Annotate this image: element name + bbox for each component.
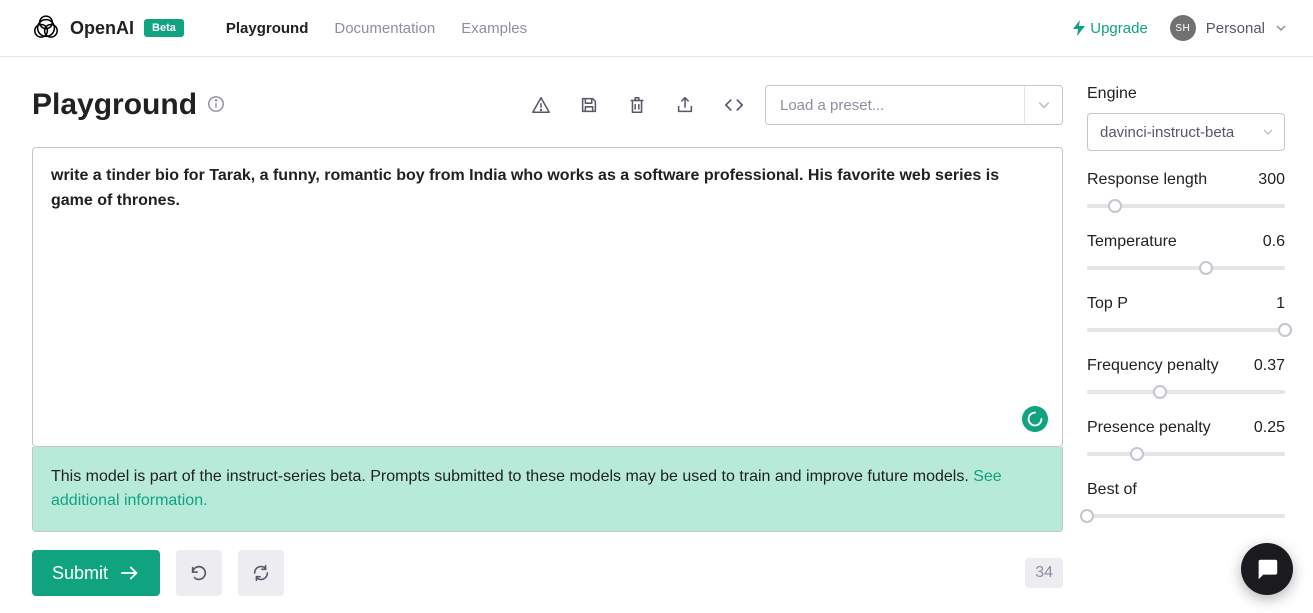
brand-name: OpenAI <box>70 18 134 39</box>
avatar: SH <box>1170 15 1196 41</box>
best-of-slider[interactable] <box>1087 509 1285 523</box>
regenerate-button[interactable] <box>238 550 284 596</box>
toolbar <box>531 95 745 115</box>
intercom-launcher[interactable] <box>1241 543 1293 595</box>
slider-value: 0.25 <box>1254 419 1285 437</box>
temperature-slider[interactable] <box>1087 261 1285 275</box>
top-nav: Playground Documentation Examples <box>226 20 527 37</box>
chat-icon <box>1254 556 1280 582</box>
upgrade-label: Upgrade <box>1090 20 1148 37</box>
refresh-icon <box>251 563 271 583</box>
undo-button[interactable] <box>176 550 222 596</box>
slider-label: Response length <box>1087 171 1207 189</box>
slider-value: 0.37 <box>1254 357 1285 375</box>
loading-spinner <box>1022 406 1048 432</box>
slider-value: 300 <box>1258 171 1285 189</box>
model-notice: This model is part of the instruct-serie… <box>32 447 1063 532</box>
nav-playground[interactable]: Playground <box>226 20 309 37</box>
slider-label: Temperature <box>1087 233 1177 251</box>
slider-label: Presence penalty <box>1087 419 1211 437</box>
undo-icon <box>189 563 209 583</box>
delete-icon[interactable] <box>627 95 647 115</box>
engine-value: davinci-instruct-beta <box>1100 124 1234 141</box>
temperature-control: Temperature 0.6 <box>1087 233 1285 275</box>
engine-select[interactable]: davinci-instruct-beta <box>1087 113 1285 151</box>
slider-label: Best of <box>1087 481 1137 499</box>
brand-logo[interactable]: OpenAI Beta <box>32 14 184 42</box>
main-column: Playground <box>0 57 1087 596</box>
engine-control: Engine davinci-instruct-beta <box>1087 85 1285 151</box>
slider-value: 1 <box>1276 295 1285 313</box>
chevron-down-icon <box>1275 22 1287 34</box>
top-p-slider[interactable] <box>1087 323 1285 337</box>
slider-label: Top P <box>1087 295 1128 313</box>
preset-select[interactable]: Load a preset... <box>765 85 1063 125</box>
slider-label: Frequency penalty <box>1087 357 1219 375</box>
top-p-control: Top P 1 <box>1087 295 1285 337</box>
notice-text: This model is part of the instruct-serie… <box>51 468 973 485</box>
actions-row: Submit 34 <box>32 550 1063 596</box>
presence-penalty-control: Presence penalty 0.25 <box>1087 419 1285 461</box>
warning-icon[interactable] <box>531 95 551 115</box>
nav-examples[interactable]: Examples <box>461 20 527 37</box>
token-count: 34 <box>1025 558 1063 588</box>
account-label: Personal <box>1206 20 1265 37</box>
code-icon[interactable] <box>723 95 745 115</box>
best-of-control: Best of <box>1087 481 1285 523</box>
submit-button[interactable]: Submit <box>32 550 160 596</box>
chevron-down-icon <box>1024 86 1062 124</box>
title-row: Playground <box>32 85 1063 125</box>
settings-sidebar: Engine davinci-instruct-beta Response le… <box>1087 57 1313 596</box>
arrow-right-icon <box>120 564 140 582</box>
presence-penalty-slider[interactable] <box>1087 447 1285 461</box>
frequency-penalty-slider[interactable] <box>1087 385 1285 399</box>
frequency-penalty-control: Frequency penalty 0.37 <box>1087 357 1285 399</box>
chevron-down-icon <box>1262 126 1274 138</box>
beta-badge: Beta <box>144 19 184 37</box>
preset-placeholder: Load a preset... <box>766 97 1024 114</box>
bolt-icon <box>1073 20 1085 36</box>
header-right: Upgrade SH Personal <box>1073 15 1287 41</box>
response-length-control: Response length 300 <box>1087 171 1285 213</box>
submit-label: Submit <box>52 563 108 584</box>
info-icon[interactable] <box>207 95 225 116</box>
save-icon[interactable] <box>579 95 599 115</box>
share-icon[interactable] <box>675 95 695 115</box>
prompt-editor[interactable]: write a tinder bio for Tarak, a funny, r… <box>32 147 1063 447</box>
page-title: Playground <box>32 88 197 122</box>
account-menu[interactable]: SH Personal <box>1170 15 1287 41</box>
openai-logo-icon <box>32 14 60 42</box>
header-bar: OpenAI Beta Playground Documentation Exa… <box>0 0 1313 57</box>
prompt-text: write a tinder bio for Tarak, a funny, r… <box>51 167 999 209</box>
upgrade-link[interactable]: Upgrade <box>1073 20 1148 37</box>
nav-documentation[interactable]: Documentation <box>334 20 435 37</box>
engine-label: Engine <box>1087 85 1285 103</box>
response-length-slider[interactable] <box>1087 199 1285 213</box>
slider-value: 0.6 <box>1263 233 1285 251</box>
